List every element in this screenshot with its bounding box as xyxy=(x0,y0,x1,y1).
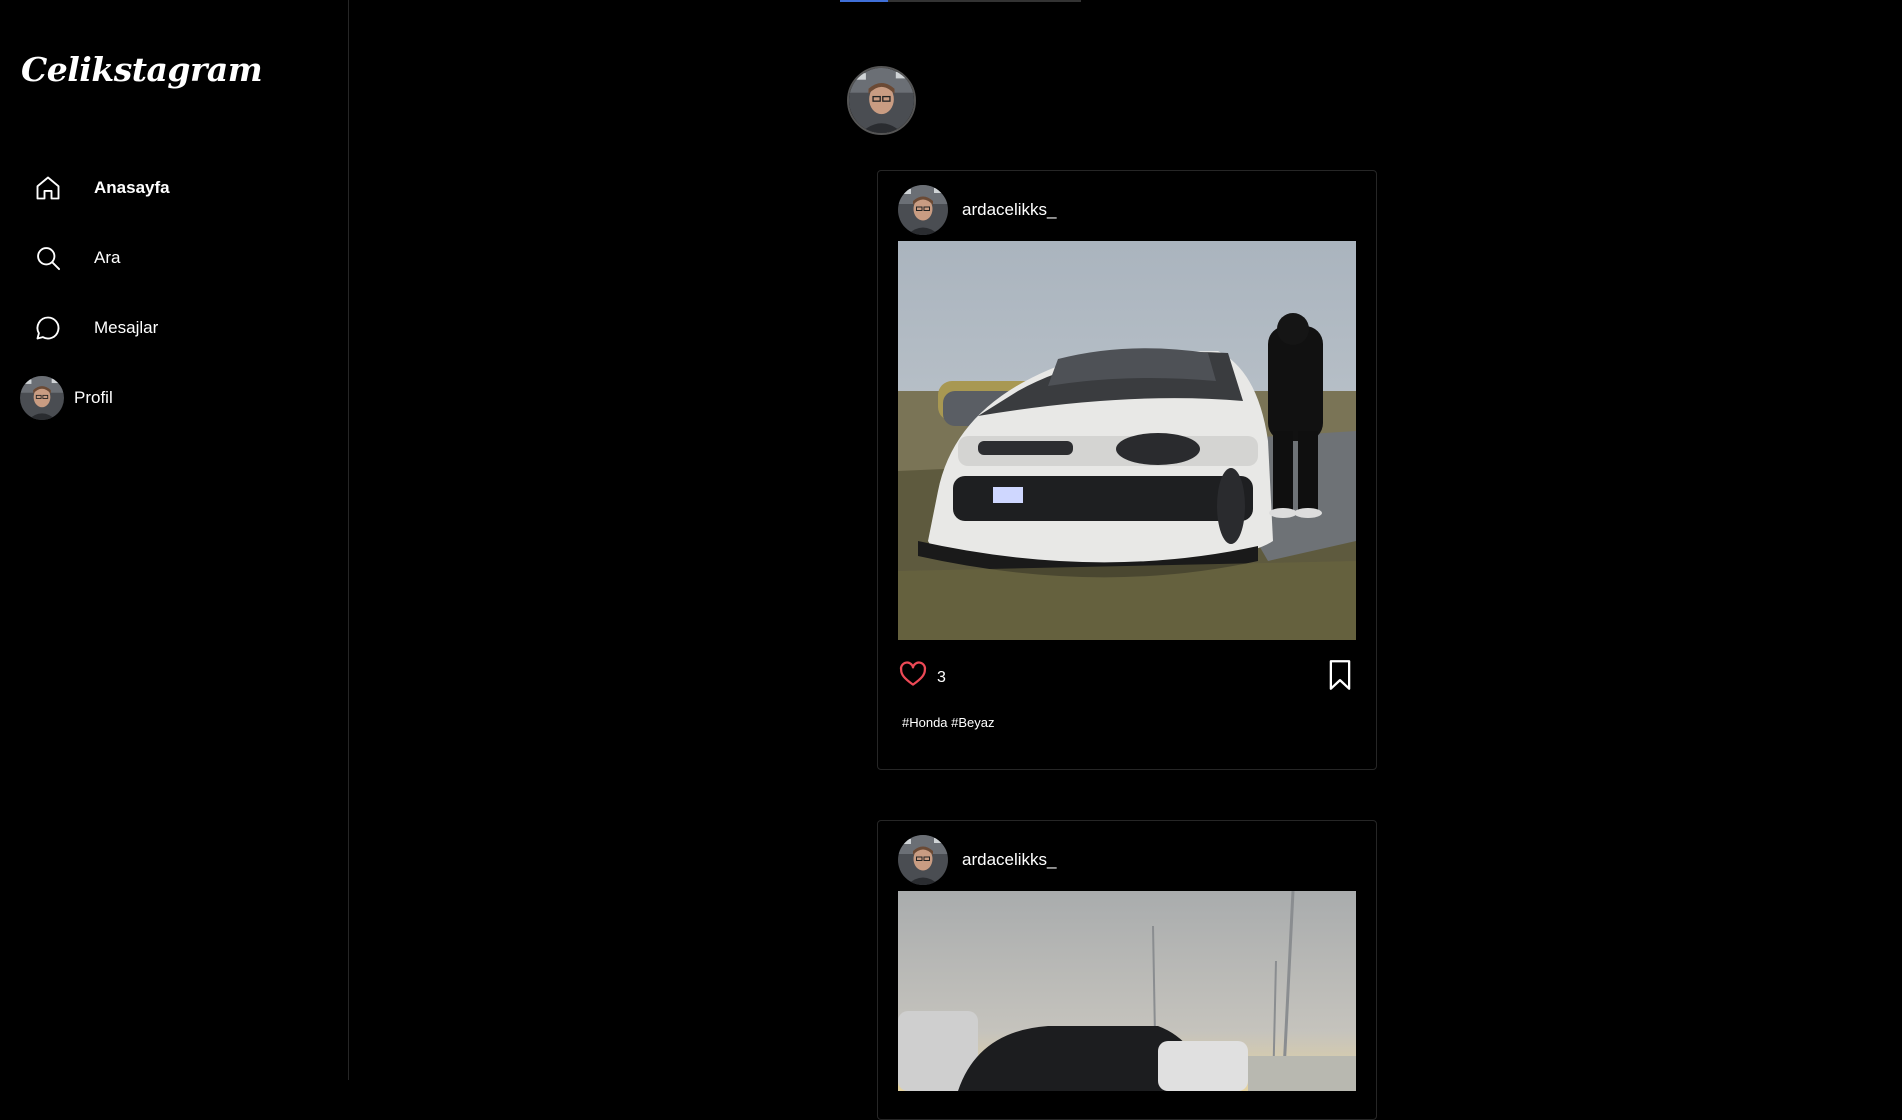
sidebar-item-search[interactable]: Ara xyxy=(20,232,320,284)
sidebar: Celikstagram Anasayfa Ara Mesajlar Profi… xyxy=(0,0,349,1080)
app-logo[interactable]: Celikstagram xyxy=(21,50,263,89)
post-header: ardacelikks_ xyxy=(898,835,1057,885)
post-image[interactable] xyxy=(898,241,1356,640)
post-caption: #Honda #Beyaz xyxy=(902,715,995,730)
like-count: 3 xyxy=(937,669,946,686)
sidebar-item-label: Ara xyxy=(94,248,121,267)
story-progress-fill xyxy=(840,0,889,2)
search-icon xyxy=(24,234,72,282)
bookmark-icon[interactable] xyxy=(1326,659,1354,696)
post-image[interactable] xyxy=(898,891,1356,1091)
sidebar-item-label: Mesajlar xyxy=(94,318,159,337)
story-progress-bar xyxy=(840,0,1081,2)
post-card: ardacelikks_ xyxy=(877,170,1377,770)
messages-icon xyxy=(24,304,72,352)
avatar[interactable] xyxy=(898,185,948,235)
post-card: ardacelikks_ xyxy=(877,820,1377,1120)
sidebar-item-label: Anasayfa xyxy=(94,178,170,197)
home-icon xyxy=(24,164,72,212)
post-actions: 3 xyxy=(898,659,1356,699)
like-icon[interactable] xyxy=(898,659,928,694)
story-avatar[interactable] xyxy=(847,66,916,135)
sidebar-item-home[interactable]: Anasayfa xyxy=(20,162,320,214)
post-username[interactable]: ardacelikks_ xyxy=(962,850,1057,870)
avatar[interactable] xyxy=(898,835,948,885)
sidebar-item-messages[interactable]: Mesajlar xyxy=(20,302,320,354)
sidebar-item-profile[interactable]: Profil xyxy=(20,372,320,424)
post-username[interactable]: ardacelikks_ xyxy=(962,200,1057,220)
post-header: ardacelikks_ xyxy=(898,185,1057,235)
sidebar-item-label: Profil xyxy=(74,388,113,407)
avatar xyxy=(20,376,64,420)
